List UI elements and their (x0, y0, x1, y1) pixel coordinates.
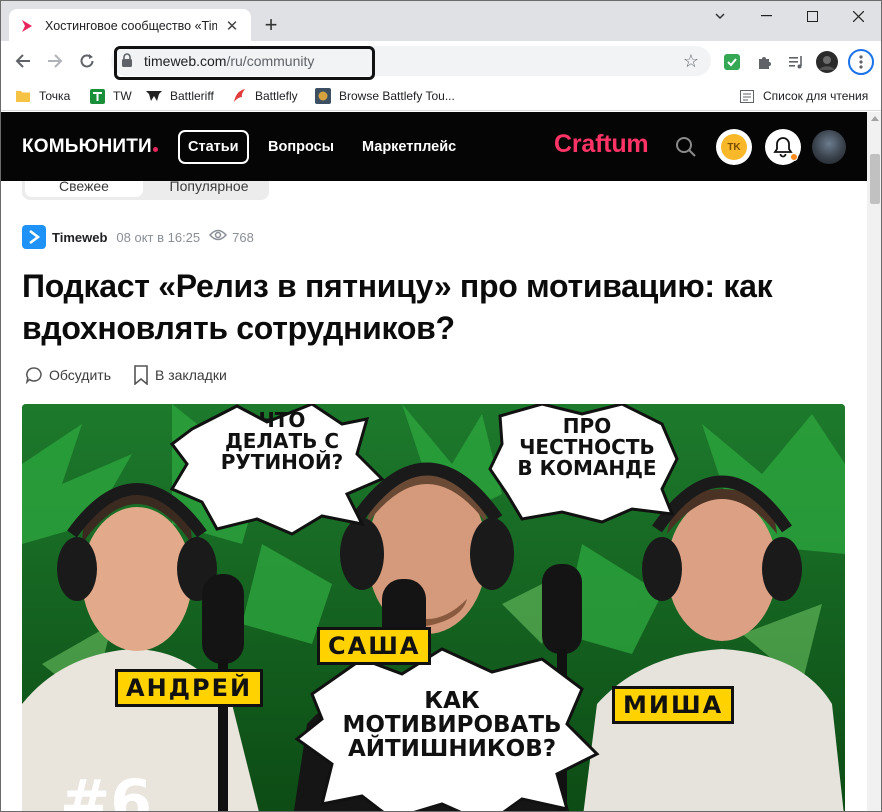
url-highlight-frame (114, 46, 375, 80)
bookmark-battlefy[interactable]: Browse Battlefy Tou... (315, 86, 455, 106)
tab-close-icon[interactable]: ✕ (223, 17, 241, 35)
close-window-icon[interactable] (835, 1, 881, 31)
tab-search-icon[interactable] (697, 1, 743, 31)
browser-window: Хостинговое сообщество «Time ✕ + timeweb… (0, 0, 882, 812)
bookmarks-bar: Точка TW Battleriff Battlefly Browse Bat… (1, 81, 881, 111)
nav-articles[interactable]: Статьи (178, 130, 249, 164)
tab-strip: Хостинговое сообщество «Time ✕ + (1, 1, 881, 42)
article-actions: Обсудить В закладки (25, 364, 249, 386)
folder-icon (15, 88, 31, 104)
forward-icon[interactable] (41, 47, 69, 75)
bookmark-star-icon[interactable]: ☆ (683, 51, 699, 72)
media-control-icon[interactable] (785, 51, 807, 73)
craftum-brand[interactable]: Craftum (554, 130, 649, 159)
article-meta: Timeweb 08 окт в 16:25 768 (22, 225, 254, 249)
battlefly-favicon-icon (231, 88, 247, 104)
bookmark-tw[interactable]: TW (89, 86, 132, 106)
back-icon[interactable] (9, 47, 37, 75)
notifications-bell-icon[interactable] (765, 129, 801, 165)
nav-marketplace[interactable]: Маркетплейс (362, 130, 456, 164)
discuss-button[interactable]: Обсудить (25, 366, 111, 384)
name-tag-andrey: АНДРЕЙ (115, 669, 264, 707)
article-date: 08 окт в 16:25 (116, 229, 201, 245)
user-badge[interactable]: TK (716, 129, 752, 165)
comment-icon (25, 367, 42, 384)
extension-check-icon[interactable] (721, 51, 743, 73)
page-scrollbar[interactable] (867, 112, 881, 811)
menu-kebab-icon[interactable] (848, 49, 874, 75)
browser-tab[interactable]: Хостинговое сообщество «Time ✕ (9, 9, 251, 42)
bookmark-button[interactable]: В закладки (133, 365, 227, 385)
reload-icon[interactable] (73, 47, 101, 75)
reading-list-button[interactable]: Список для чтения (739, 86, 868, 106)
name-tag-sasha: САША (317, 627, 432, 665)
nav-questions[interactable]: Вопросы (268, 130, 334, 164)
battleriff-favicon-icon (146, 88, 162, 104)
bubble-honesty: ПРО ЧЕСТНОСТЬ В КОМАНДЕ (517, 414, 657, 480)
new-tab-icon[interactable]: + (259, 12, 283, 37)
notification-dot (790, 153, 798, 161)
maximize-icon[interactable] (789, 1, 835, 31)
scroll-up-arrow-icon[interactable] (871, 116, 879, 121)
tw-favicon-icon (89, 88, 105, 104)
article-views: 768 (232, 229, 254, 245)
episode-number: #6 (60, 767, 152, 812)
site-header: КОМЬЮНИТИ Статьи Вопросы Маркетплейс Cra… (1, 112, 867, 181)
bookmark-icon (134, 365, 148, 385)
timeweb-logo-icon[interactable] (22, 225, 46, 249)
bookmark-battlefly[interactable]: Battlefly (231, 86, 298, 106)
scroll-thumb[interactable] (870, 154, 880, 204)
minimize-icon[interactable] (743, 1, 789, 31)
timeweb-favicon-icon (19, 18, 35, 34)
user-avatar[interactable] (812, 130, 846, 164)
reading-list-icon (739, 88, 755, 104)
tab-title: Хостинговое сообщество «Time (45, 18, 217, 33)
search-icon[interactable] (674, 135, 698, 159)
bookmark-tochka[interactable]: Точка (15, 86, 70, 106)
bubble-motivate: КАК МОТИВИРОВАТЬ АЙТИШНИКОВ? (342, 688, 562, 763)
name-tag-misha: МИША (612, 686, 735, 724)
views-eye-icon (209, 228, 228, 246)
bookmark-battleriff[interactable]: Battleriff (146, 86, 214, 106)
article-author[interactable]: Timeweb (52, 230, 107, 245)
bubble-routine: ЧТО ДЕЛАТЬ С РУТИНОЙ? (220, 408, 344, 474)
extensions-puzzle-icon[interactable] (753, 51, 775, 73)
article-title[interactable]: Подкаст «Релиз в пятницу» про мотивацию:… (22, 265, 852, 349)
community-logo[interactable]: КОМЬЮНИТИ (22, 136, 158, 158)
battlefy-favicon-icon (315, 88, 331, 104)
profile-avatar[interactable] (816, 51, 838, 73)
article-cover-image[interactable]: #6 ЧТО ДЕЛАТЬ С РУТИНОЙ? ПРО ЧЕСТНОСТЬ В… (22, 404, 845, 812)
page-viewport: Свежее Популярное КОМЬЮНИТИ Статьи Вопро… (1, 112, 867, 812)
